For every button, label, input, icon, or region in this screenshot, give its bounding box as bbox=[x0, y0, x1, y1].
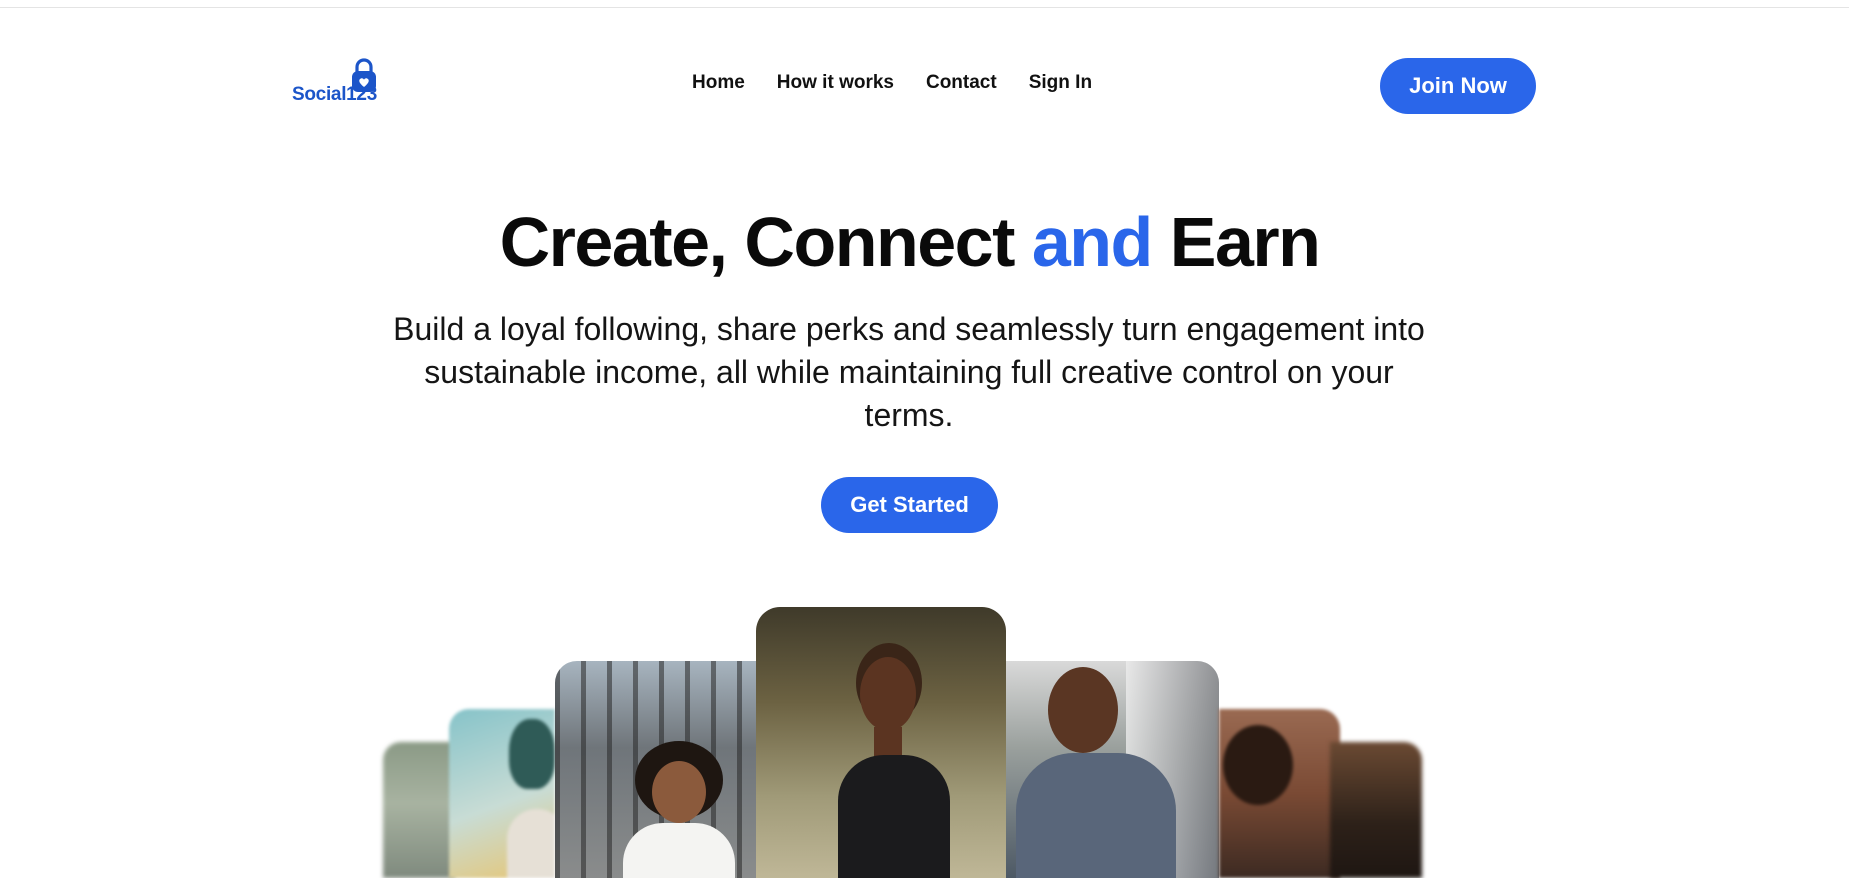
main-nav: Home How it works Contact Sign In bbox=[692, 72, 1092, 94]
photo-right-1 bbox=[1006, 661, 1219, 878]
nav-sign-in[interactable]: Sign In bbox=[1029, 72, 1092, 94]
person-figure bbox=[838, 755, 950, 878]
nav-contact[interactable]: Contact bbox=[926, 72, 997, 94]
nav-home[interactable]: Home bbox=[692, 72, 745, 94]
hero-title-part1: Create, Connect bbox=[499, 203, 1032, 281]
person-figure bbox=[1016, 753, 1176, 878]
photo-left-2 bbox=[449, 709, 555, 878]
person-figure bbox=[509, 719, 555, 789]
creator-photo-gallery bbox=[0, 600, 1849, 878]
hero-title-part2: Earn bbox=[1151, 203, 1321, 281]
person-figure bbox=[1223, 725, 1293, 805]
brand-name: Social123 bbox=[292, 84, 377, 105]
top-divider bbox=[0, 7, 1849, 8]
photo-far-right bbox=[1330, 742, 1422, 878]
photo-center bbox=[756, 607, 1006, 878]
hero-title-accent: and bbox=[1031, 203, 1153, 281]
hero-subtitle: Build a loyal following, share perks and… bbox=[393, 311, 1425, 433]
photo-far-left bbox=[383, 742, 455, 878]
person-figure bbox=[652, 761, 706, 823]
person-figure bbox=[860, 657, 916, 731]
person-figure bbox=[623, 823, 735, 878]
brand-logo[interactable]: Social123 bbox=[292, 58, 388, 110]
nav-how-it-works[interactable]: How it works bbox=[777, 72, 894, 94]
photo-left-1 bbox=[555, 661, 756, 878]
photo-right-2 bbox=[1219, 709, 1340, 878]
get-started-button[interactable]: Get Started bbox=[821, 477, 998, 533]
join-now-button[interactable]: Join Now bbox=[1380, 58, 1536, 114]
person-figure bbox=[1048, 667, 1118, 753]
person-figure bbox=[507, 809, 555, 878]
hero-title: Create, Connect and Earn bbox=[0, 202, 1819, 282]
